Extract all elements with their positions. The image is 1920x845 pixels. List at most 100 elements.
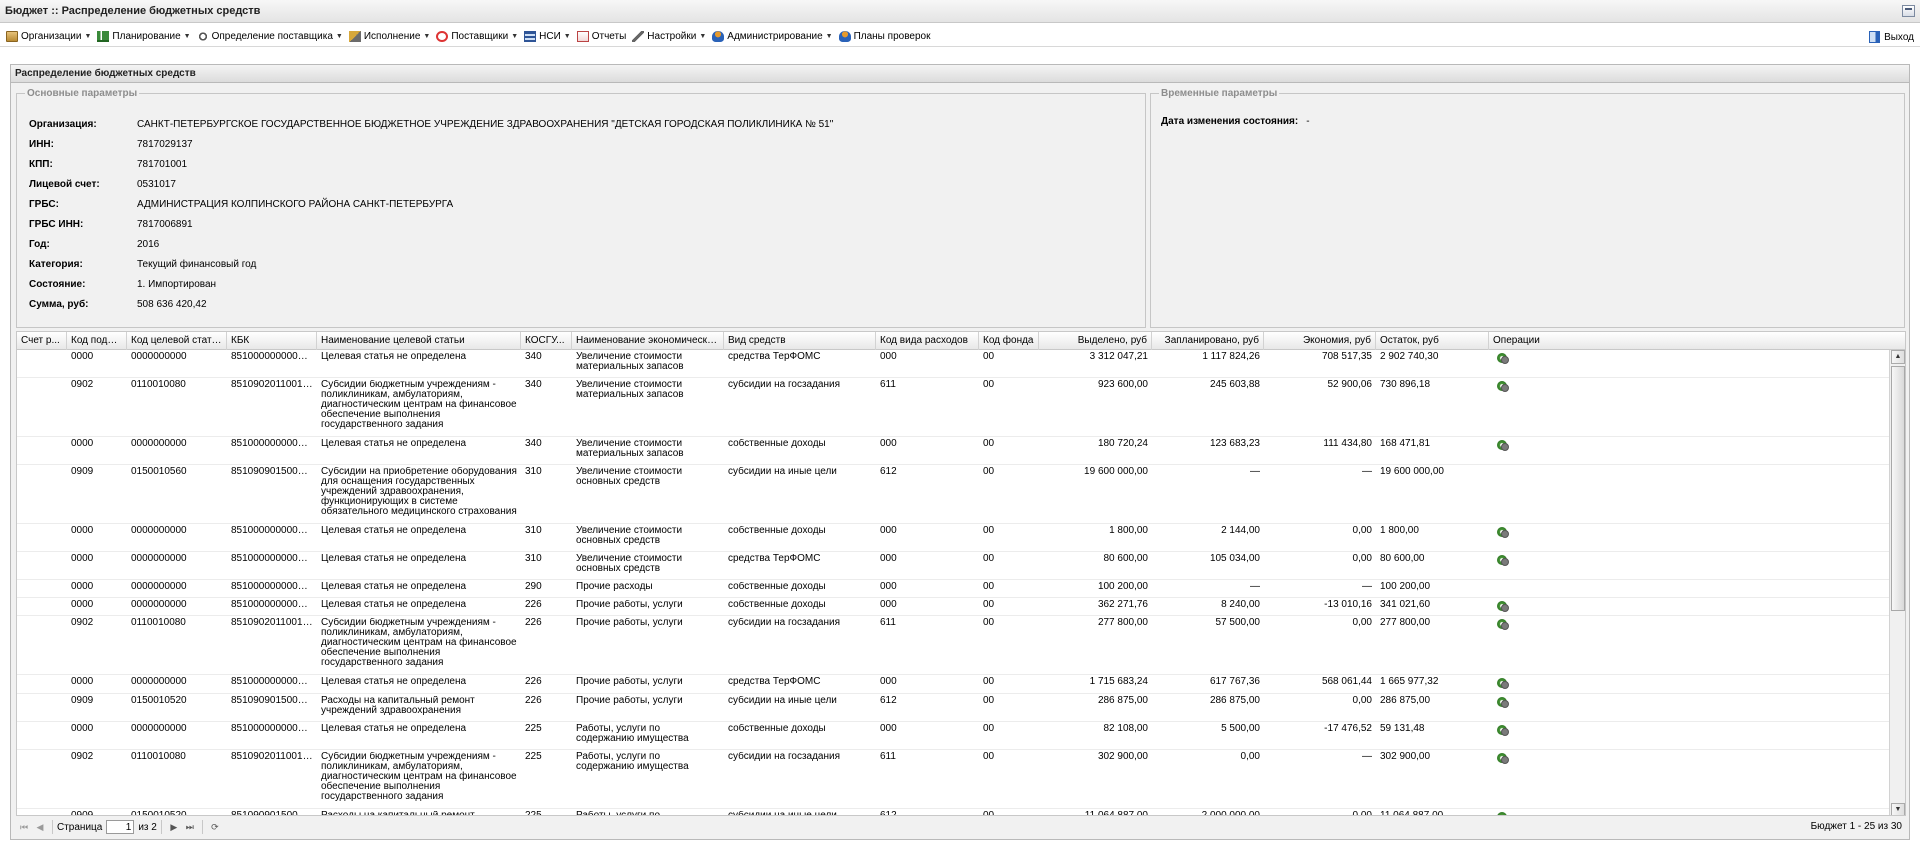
edit-operation-icon[interactable] xyxy=(1497,380,1509,392)
table-row[interactable]: 0000 0000000000 85100000000000... Целевая с… xyxy=(17,580,1890,598)
col-fund-type[interactable]: Вид средств xyxy=(724,332,876,350)
scroll-up-icon[interactable]: ▲ xyxy=(1891,350,1905,364)
page-number-input[interactable] xyxy=(106,820,135,834)
cell-dept-code: 0000 xyxy=(71,677,94,687)
col-fund-code[interactable]: Код фонда xyxy=(979,332,1039,350)
cell-fund-code: 00 xyxy=(983,696,995,706)
cell-target-name: Субсидии бюджетным учреждениям - поликли… xyxy=(321,752,517,802)
grid-scrollbar[interactable]: ▲ ▼ xyxy=(1889,350,1905,815)
budget-grid: Счет р... Код подра... Код целевой стать… xyxy=(16,331,1906,816)
cell-allocated: 1 715 683,24 xyxy=(1089,677,1148,687)
menu-supplier-definition[interactable]: Определение поставщика ▼ xyxy=(195,28,347,46)
edit-operation-icon[interactable] xyxy=(1497,752,1509,764)
cell-allocated: 82 108,00 xyxy=(1103,724,1149,734)
col-planned[interactable]: Запланировано, руб xyxy=(1152,332,1264,350)
table-row[interactable]: 0000 0000000000 85100000000000... Целевая с… xyxy=(17,552,1890,580)
menu-nsi[interactable]: НСИ ▼ xyxy=(522,28,575,46)
edit-operation-icon[interactable] xyxy=(1497,696,1509,708)
cell-kosgu: 310 xyxy=(525,467,542,477)
page-label: Страница xyxy=(57,821,103,833)
cell-kbk: 85100000000000... xyxy=(231,600,317,610)
col-rest[interactable]: Остаток, руб xyxy=(1376,332,1489,350)
table-row[interactable]: 0000 0000000000 85100000000000... Целевая с… xyxy=(17,350,1890,378)
cell-expense-code: 611 xyxy=(880,752,896,762)
cell-expense-code: 000 xyxy=(880,582,897,592)
col-target-name[interactable]: Наименование целевой статьи xyxy=(317,332,521,350)
scroll-thumb[interactable] xyxy=(1891,366,1905,611)
menu-suppliers[interactable]: Поставщики ▼ xyxy=(434,28,522,46)
edit-operation-icon[interactable] xyxy=(1497,724,1509,736)
edit-operation-icon[interactable] xyxy=(1497,677,1509,689)
cell-target-code: 0150010560 xyxy=(131,467,187,477)
menu-organizations[interactable]: Организации ▼ xyxy=(4,28,95,46)
col-account[interactable]: Счет р... xyxy=(17,332,67,350)
col-econ-name[interactable]: Наименование экономической ... xyxy=(572,332,724,350)
edit-operation-icon[interactable] xyxy=(1497,352,1509,364)
cell-kbk: 85109020110010... xyxy=(231,380,317,390)
col-allocated[interactable]: Выделено, руб xyxy=(1039,332,1152,350)
pager-separator xyxy=(160,820,162,834)
last-page-icon[interactable]: ⏭ xyxy=(182,819,198,835)
cell-target-name: Целевая статья не определена xyxy=(321,582,467,592)
cell-dept-code: 0000 xyxy=(71,582,94,592)
table-row[interactable]: 0909 0150010560 85109090150010... Субсидии … xyxy=(17,465,1890,524)
menu-reports[interactable]: Отчеты xyxy=(575,28,631,46)
edit-operation-icon[interactable] xyxy=(1497,618,1509,630)
cell-planned: 123 683,23 xyxy=(1209,439,1260,449)
minimize-icon[interactable] xyxy=(1902,5,1915,17)
menu-execution[interactable]: Исполнение ▼ xyxy=(347,28,434,46)
table-row[interactable]: 0902 0110010080 85109020110010... Субсидии … xyxy=(17,616,1890,675)
next-page-icon[interactable]: ▶ xyxy=(166,819,182,835)
menu-planning[interactable]: Планирование ▼ xyxy=(95,28,194,46)
table-row[interactable]: 0909015001052085109090150010...Расходы н… xyxy=(17,694,1890,722)
gear-search-icon xyxy=(196,31,209,42)
pager-separator xyxy=(201,820,203,834)
cell-allocated: 3 312 047,21 xyxy=(1089,352,1148,362)
table-row[interactable]: 0000 0000000000 85100000000000... Целевая с… xyxy=(17,524,1890,552)
cell-allocated: 11 064 887,00 xyxy=(1039,811,1152,815)
col-kbk[interactable]: КБК xyxy=(227,332,317,350)
cell-planned: 2 144,00 xyxy=(1221,526,1260,536)
table-row[interactable]: 0000 0000000000 85100000000000... Целевая с… xyxy=(17,722,1890,750)
menu-settings[interactable]: Настройки ▼ xyxy=(630,28,710,46)
col-expense-code[interactable]: Код вида расходов xyxy=(876,332,979,350)
prev-page-icon[interactable]: ◀ xyxy=(32,819,48,835)
param-kpp: КПП: 781701001 xyxy=(29,159,188,170)
col-target-code[interactable]: Код целевой статьи xyxy=(127,332,227,350)
edit-operation-icon[interactable] xyxy=(1497,554,1509,566)
cell-fund-code: 00 xyxy=(983,618,995,628)
cell-planned: 2 000 000,00 xyxy=(1152,811,1264,815)
col-dept-code[interactable]: Код подра... xyxy=(67,332,127,350)
table-row[interactable]: 0000 0000000000 85100000000000... Целевая с… xyxy=(17,437,1890,465)
edit-operation-icon[interactable] xyxy=(1497,439,1509,451)
page-count: из 2 xyxy=(138,821,157,833)
exit-button[interactable]: Выход xyxy=(1869,27,1914,47)
basic-params-group: Основные параметры Организация: САНКТ-ПЕТ… xyxy=(16,88,1146,328)
scroll-down-icon[interactable]: ▼ xyxy=(1891,803,1905,815)
panel-title: Распределение бюджетных средств xyxy=(11,65,1909,83)
cell-fund-type: субсидии на иные цели xyxy=(724,811,876,815)
table-row[interactable]: 0909015001052085109090150010...Расходы н… xyxy=(17,809,1890,815)
cell-planned: 286 875,00 xyxy=(1209,696,1260,706)
dropdown-arrow-icon: ▼ xyxy=(825,33,833,40)
col-saving[interactable]: Экономия, руб xyxy=(1264,332,1376,350)
table-row[interactable]: 0902 0110010080 85109020110010... Субсидии … xyxy=(17,750,1890,809)
first-page-icon[interactable]: ⏮ xyxy=(16,819,32,835)
edit-operation-icon[interactable] xyxy=(1497,811,1509,815)
cell-saving: 0,00 xyxy=(1264,811,1376,815)
table-row[interactable]: 0902 0110010080 85109020110010... Субсидии … xyxy=(17,378,1890,437)
col-kosgu[interactable]: КОСГУ... xyxy=(521,332,572,350)
table-row[interactable]: 0000 0000000000 85100000000000... Целевая с… xyxy=(17,675,1890,694)
edit-operation-icon[interactable] xyxy=(1497,600,1509,612)
menu-administration[interactable]: Администрирование ▼ xyxy=(710,28,836,46)
edit-operation-icon[interactable] xyxy=(1497,526,1509,538)
table-row[interactable]: 0000 0000000000 85100000000000... Целевая с… xyxy=(17,598,1890,616)
menu-inspection-plans[interactable]: Планы проверок xyxy=(837,28,935,46)
cell-expense-code: 000 xyxy=(880,526,897,536)
cell-saving: 0,00 xyxy=(1352,526,1372,536)
refresh-icon[interactable]: ⟳ xyxy=(207,819,223,835)
col-operations[interactable]: Операции xyxy=(1489,332,1905,350)
param-sum: Сумма, руб: 508 636 420,42 xyxy=(29,299,207,310)
cell-fund-code: 00 xyxy=(979,811,1039,815)
cell-target-name: Расходы на капитальный ремонт xyxy=(317,811,521,815)
